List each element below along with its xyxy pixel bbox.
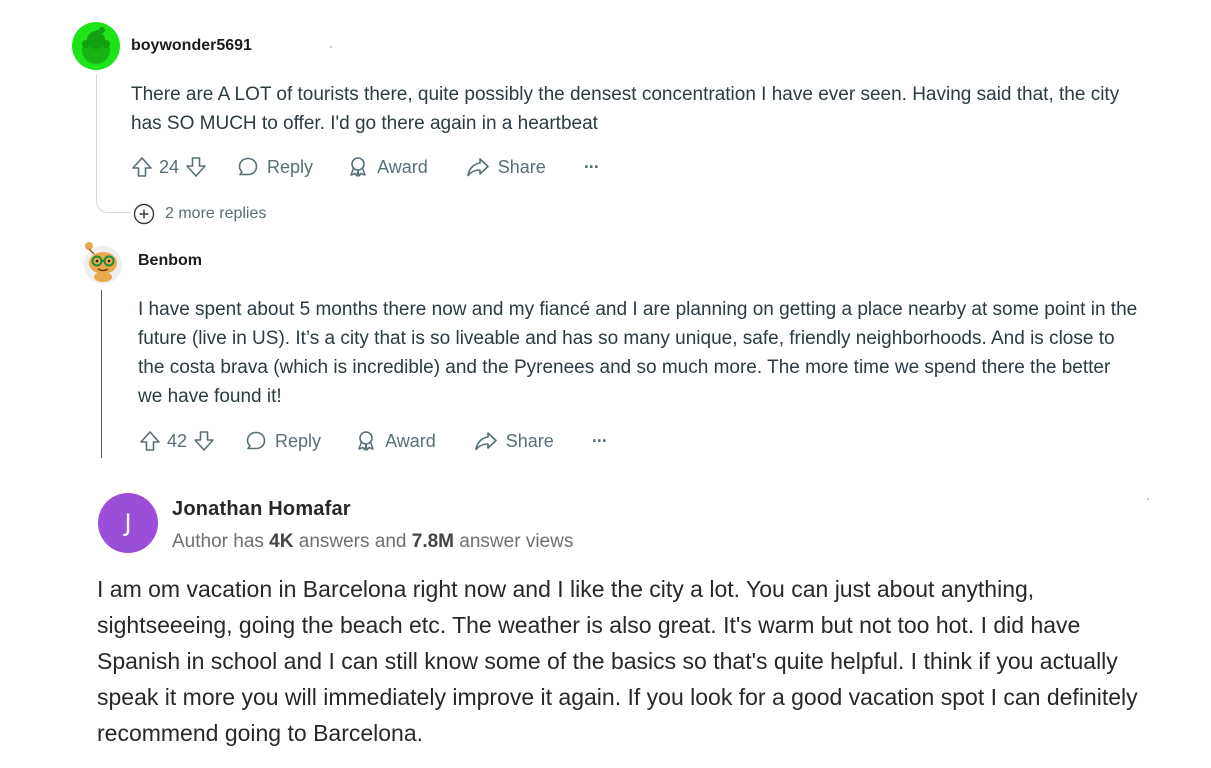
reply-label: Reply bbox=[275, 430, 322, 451]
share-label: Share bbox=[497, 156, 546, 177]
more-replies-button[interactable]: 2 more replies bbox=[133, 203, 266, 225]
reply-button[interactable]: Reply bbox=[245, 430, 321, 452]
thread-line bbox=[101, 290, 102, 458]
comment-body: There are A LOT of tourists there, quite… bbox=[131, 84, 1120, 134]
thread-line bbox=[96, 74, 97, 200]
thread-elbow bbox=[96, 190, 131, 213]
author-name[interactable]: Jonathan Homafar bbox=[172, 498, 351, 521]
more-options-icon: ··· bbox=[583, 156, 600, 177]
award-button[interactable]: Award bbox=[347, 156, 428, 178]
award-icon bbox=[350, 157, 366, 177]
share-icon bbox=[474, 432, 497, 451]
share-button[interactable]: Share bbox=[474, 430, 554, 452]
comment-body: I have spent about 5 months there now an… bbox=[138, 299, 1138, 407]
comment-username[interactable]: boywonder5691 bbox=[131, 37, 252, 55]
meta-mid: answers and bbox=[293, 531, 412, 552]
award-button[interactable]: Award bbox=[355, 430, 436, 452]
divider-dot bbox=[1147, 498, 1149, 500]
answer-body: I am om vacation in Barcelona right now … bbox=[97, 576, 1138, 746]
comment-bubble-icon bbox=[238, 157, 258, 176]
share-icon bbox=[466, 158, 489, 177]
meta-prefix: Author has bbox=[172, 531, 270, 552]
upvote-icon bbox=[140, 431, 160, 451]
upvote-button[interactable] bbox=[131, 156, 153, 178]
snoo-avatar-icon bbox=[84, 242, 122, 284]
more-options-button[interactable]: ··· bbox=[583, 156, 600, 178]
more-options-icon: ··· bbox=[591, 430, 608, 451]
comment-username[interactable]: Benbom bbox=[138, 252, 202, 270]
vote-count: 42 bbox=[167, 430, 188, 451]
divider-dot bbox=[330, 46, 332, 48]
award-label: Award bbox=[385, 430, 436, 451]
reply-button[interactable]: Reply bbox=[237, 156, 313, 178]
meta-suffix: answer views bbox=[454, 531, 574, 552]
avatar[interactable] bbox=[72, 22, 120, 70]
author-credentials: Author has 4K answers and 7.8M answer vi… bbox=[172, 531, 573, 553]
avatar[interactable] bbox=[80, 239, 124, 284]
share-label: Share bbox=[505, 430, 554, 451]
vote-count: 24 bbox=[159, 156, 180, 177]
award-icon bbox=[358, 431, 374, 451]
author-avatar[interactable]: J bbox=[98, 493, 158, 553]
avatar-letter: J bbox=[124, 509, 132, 537]
comment-actions: 42 Reply Award Share ··· bbox=[139, 426, 608, 456]
more-replies-label: 2 more replies bbox=[165, 205, 267, 222]
expand-plus-icon bbox=[133, 203, 155, 225]
downvote-icon bbox=[194, 431, 214, 451]
comment-bubble-icon bbox=[246, 431, 266, 450]
upvote-button[interactable] bbox=[139, 430, 161, 452]
comment-actions: 24 Reply Award Share ··· bbox=[131, 152, 600, 182]
downvote-button[interactable] bbox=[185, 156, 207, 178]
more-options-button[interactable]: ··· bbox=[591, 430, 608, 452]
upvote-icon bbox=[132, 157, 152, 177]
downvote-button[interactable] bbox=[193, 430, 215, 452]
answers-count: 4K bbox=[269, 531, 294, 552]
share-button[interactable]: Share bbox=[466, 156, 546, 178]
views-count: 7.8M bbox=[411, 531, 455, 552]
reply-label: Reply bbox=[267, 156, 314, 177]
award-label: Award bbox=[377, 156, 428, 177]
snoo-avatar-icon bbox=[82, 27, 110, 64]
downvote-icon bbox=[186, 157, 206, 177]
